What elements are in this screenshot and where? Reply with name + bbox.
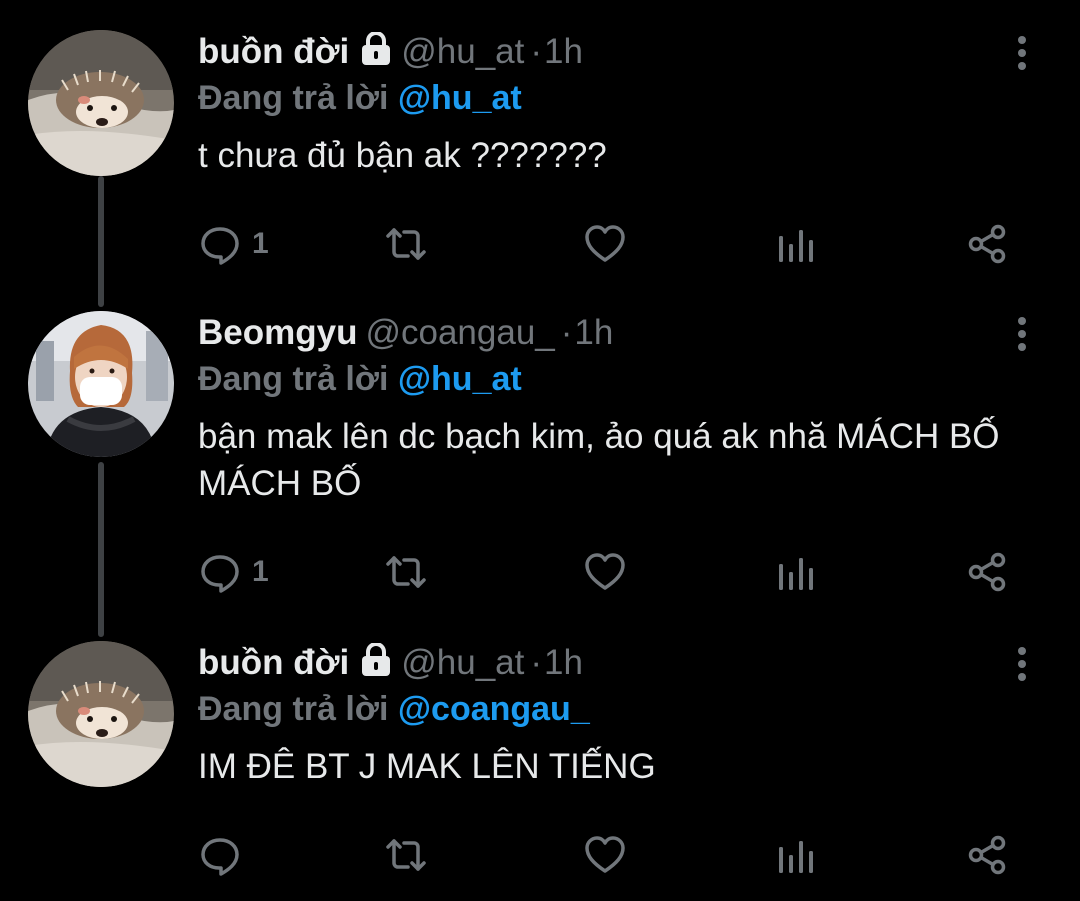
like-button[interactable]	[583, 220, 627, 268]
timestamp[interactable]: 1h	[544, 32, 583, 71]
views-icon	[779, 558, 813, 590]
user-handle[interactable]: @hu_at	[401, 32, 524, 71]
share-icon	[968, 224, 1006, 264]
like-button[interactable]	[583, 548, 627, 596]
replying-to-handle[interactable]: @coangau_	[398, 690, 590, 728]
replying-to-label: Đang trả lời	[198, 360, 389, 398]
replying-to-handle[interactable]: @hu_at	[398, 79, 522, 117]
tweet-text: IM ĐÊ BT J MAK LÊN TIẾNG	[198, 747, 656, 786]
views-button[interactable]	[775, 548, 819, 596]
conversation-thread: buồn đời @hu_at ·1h Đang trả lời @hu_at t …	[0, 0, 1080, 901]
like-button[interactable]	[583, 831, 627, 879]
tweet-text: bận mak lên dc bạch kim, ảo quá ak nhă M…	[198, 417, 1010, 503]
retweet-button[interactable]	[384, 831, 428, 879]
more-vertical-icon[interactable]	[1000, 641, 1044, 685]
retweet-icon	[386, 556, 426, 588]
views-button[interactable]	[775, 220, 819, 268]
tweet-actions: 1	[198, 220, 1020, 268]
more-vertical-icon[interactable]	[1000, 311, 1044, 355]
reply-icon	[201, 838, 239, 876]
share-icon	[968, 835, 1006, 875]
share-button[interactable]	[966, 548, 1010, 596]
reply-button[interactable]: 1	[198, 548, 269, 596]
replying-to: Đang trả lời @hu_at	[198, 355, 1020, 403]
retweet-button[interactable]	[384, 220, 428, 268]
display-name[interactable]: Beomgyu	[198, 313, 357, 352]
display-name[interactable]: buồn đời	[198, 643, 349, 682]
replying-to-label: Đang trả lời	[198, 690, 389, 728]
display-name[interactable]: buồn đời	[198, 32, 349, 71]
tweet-text: t chưa đủ bận ak ???????	[198, 136, 607, 175]
replying-to: Đang trả lời @coangau_	[198, 685, 1020, 733]
tweet-actions	[198, 831, 1020, 879]
replying-to-handle[interactable]: @hu_at	[398, 360, 522, 398]
views-icon	[779, 230, 813, 262]
user-handle[interactable]: @coangau_	[365, 313, 554, 352]
share-icon	[968, 552, 1006, 592]
views-button[interactable]	[775, 831, 819, 879]
separator-dot: ·	[560, 313, 573, 352]
retweet-icon	[386, 228, 426, 260]
avatar[interactable]	[28, 641, 174, 787]
like-icon	[585, 225, 625, 262]
share-button[interactable]	[966, 831, 1010, 879]
separator-dot: ·	[530, 32, 543, 71]
like-icon	[585, 553, 625, 590]
lock-icon	[359, 31, 393, 66]
avatar[interactable]	[28, 30, 174, 176]
reply-button[interactable]	[198, 831, 252, 879]
retweet-icon	[386, 839, 426, 871]
timestamp[interactable]: 1h	[544, 643, 583, 682]
user-handle[interactable]: @hu_at	[401, 643, 524, 682]
replying-to-label: Đang trả lời	[198, 79, 389, 117]
lock-icon	[359, 642, 393, 677]
tweet-actions: 1	[198, 548, 1020, 596]
reply-icon	[201, 227, 239, 265]
retweet-button[interactable]	[384, 548, 428, 596]
thread-connector	[98, 462, 104, 637]
more-vertical-icon[interactable]	[1000, 30, 1044, 74]
replying-to: Đang trả lời @hu_at	[198, 74, 1020, 122]
thread-connector	[98, 176, 104, 307]
avatar[interactable]	[28, 311, 174, 457]
timestamp[interactable]: 1h	[574, 313, 613, 352]
reply-button[interactable]: 1	[198, 220, 269, 268]
reply-count: 1	[252, 555, 269, 588]
separator-dot: ·	[530, 643, 543, 682]
views-icon	[779, 841, 813, 873]
reply-count: 1	[252, 227, 269, 260]
share-button[interactable]	[966, 220, 1010, 268]
like-icon	[585, 836, 625, 873]
reply-icon	[201, 555, 239, 593]
